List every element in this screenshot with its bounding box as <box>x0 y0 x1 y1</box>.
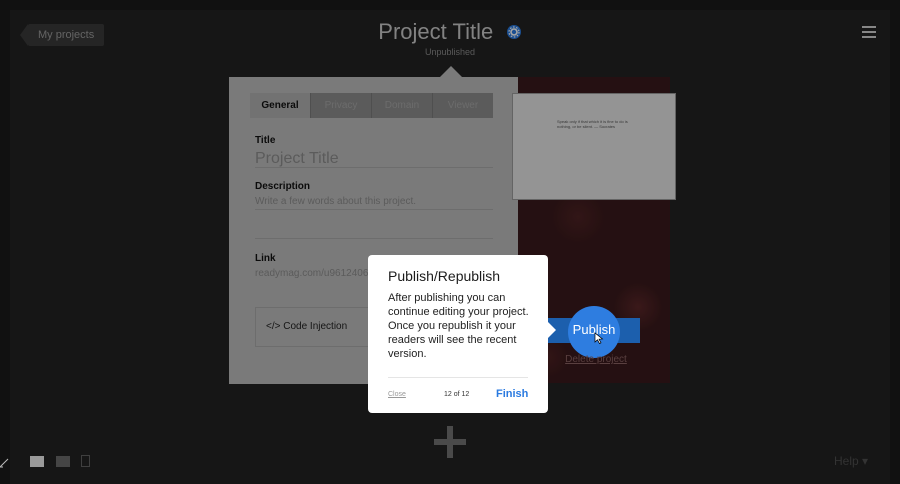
cursor-icon <box>594 332 604 344</box>
tooltip-body: After publishing you can continue editin… <box>388 292 529 360</box>
help-label: Help <box>834 454 859 468</box>
tutorial-tooltip: Publish/Republish After publishing you c… <box>368 255 548 413</box>
tooltip-step-counter: 12 of 12 <box>444 391 470 398</box>
tooltip-close-button[interactable]: Close <box>388 391 406 398</box>
pencil-icon[interactable] <box>0 458 12 468</box>
delete-project-link[interactable]: Delete project <box>548 354 644 365</box>
tooltip-finish-button[interactable]: Finish <box>496 388 528 400</box>
page-view-icon[interactable] <box>30 456 44 467</box>
tooltip-divider <box>388 377 528 378</box>
help-button[interactable]: Help ▾ <box>834 454 868 468</box>
add-page-icon[interactable] <box>432 424 468 460</box>
folder-icon[interactable] <box>56 456 70 467</box>
tooltip-title: Publish/Republish <box>388 268 501 284</box>
trash-icon[interactable] <box>81 455 90 467</box>
tooltip-arrow <box>548 322 556 338</box>
